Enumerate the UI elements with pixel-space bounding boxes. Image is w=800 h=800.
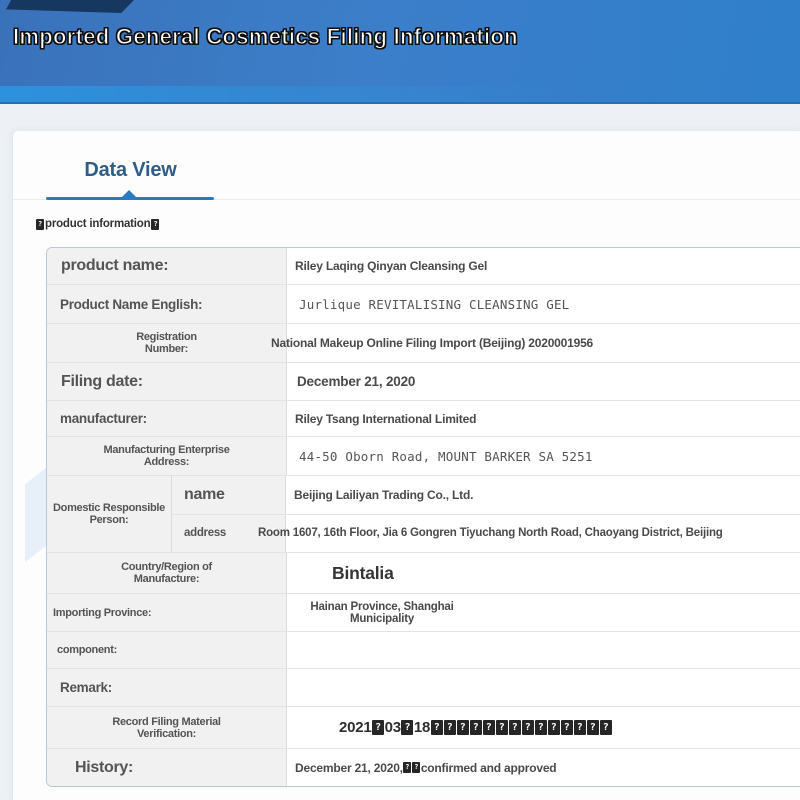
row-label: manufacturer: bbox=[47, 401, 287, 436]
tab-data-view[interactable]: Data View bbox=[48, 159, 213, 182]
row-value: December 21, 2020,?? confirmed and appro… bbox=[287, 749, 800, 786]
row-value: Riley Laqing Qinyan Cleansing Gel bbox=[287, 248, 800, 284]
row-label: Country/Region of Manufacture: bbox=[47, 553, 287, 593]
row-label: Registration Number: bbox=[47, 324, 287, 362]
row-label: Manufacturing Enterprise Address: bbox=[47, 437, 287, 475]
table-row-manufacturing-address: Manufacturing Enterprise Address: 44-50 … bbox=[47, 437, 800, 476]
table-row-component: component: bbox=[47, 632, 800, 669]
missing-glyph-bracket-icon: ? bbox=[36, 219, 44, 230]
table-row-product-name-english: Product Name English: Jurlique REVITALIS… bbox=[47, 285, 800, 324]
importing-province-value: Hainan Province, Shanghai Municipality bbox=[287, 601, 477, 625]
row-value: 44-50 Oborn Road, MOUNT BARKER SA 5251 bbox=[287, 437, 800, 475]
row-label: Filing date: bbox=[47, 363, 287, 400]
row-value: Jurlique REVITALISING CLEANSING GEL bbox=[287, 285, 800, 323]
row-label: Product Name English: bbox=[47, 285, 287, 323]
missing-glyph-icon: ? bbox=[457, 720, 469, 735]
row-value: Riley Tsang International Limited bbox=[287, 401, 800, 436]
table-row-history: History: December 21, 2020,?? confirmed … bbox=[47, 749, 800, 786]
row-value bbox=[287, 632, 800, 668]
missing-glyph-icon: ? bbox=[483, 720, 495, 735]
table-row-domestic-responsible-person: Domestic Responsible Person: name Beijin… bbox=[47, 476, 800, 553]
sub-row-name: name Beijing Lailiyan Trading Co., Ltd. bbox=[172, 476, 800, 515]
page-header: Imported General Cosmetics Filing Inform… bbox=[0, 0, 800, 104]
content-panel: Data View ?product information? product … bbox=[12, 130, 800, 800]
text-run: 18 bbox=[414, 719, 430, 736]
missing-glyph-icon: ? bbox=[403, 762, 411, 773]
tab-bar: Data View bbox=[13, 131, 800, 201]
text-run: December 21, 2020, bbox=[295, 761, 403, 775]
missing-glyph-icon: ? bbox=[372, 720, 384, 735]
text-run: 03 bbox=[385, 719, 401, 736]
sub-row-label: name bbox=[172, 476, 286, 514]
missing-glyph-icon: ? bbox=[509, 720, 521, 735]
table-row-importing-province: Importing Province: Hainan Province, Sha… bbox=[47, 594, 800, 632]
row-label: History: bbox=[47, 749, 287, 786]
missing-glyph-icon: ? bbox=[470, 720, 482, 735]
table-row-registration-number: Registration Number: National Makeup Onl… bbox=[47, 324, 800, 363]
missing-glyph-icon: ? bbox=[412, 762, 420, 773]
missing-glyph-icon: ? bbox=[600, 720, 612, 735]
table-row-manufacturer: manufacturer: Riley Tsang International … bbox=[47, 401, 800, 437]
missing-glyph-icon: ? bbox=[535, 720, 547, 735]
row-value: Bintalia bbox=[287, 553, 800, 593]
sub-row-address: address Room 1607, 16th Floor, Jia 6 Gon… bbox=[172, 515, 800, 553]
missing-glyph-icon: ? bbox=[561, 720, 573, 735]
product-information-table: product name: Riley Laqing Qinyan Cleans… bbox=[46, 247, 800, 787]
sub-row-value: Room 1607, 16th Floor, Jia 6 Gongren Tiy… bbox=[258, 515, 800, 553]
table-row-country-of-manufacture: Country/Region of Manufacture: Bintalia bbox=[47, 553, 800, 594]
missing-glyph-icon: ? bbox=[401, 720, 413, 735]
text-run: 2021 bbox=[339, 719, 372, 736]
row-value bbox=[287, 669, 800, 706]
responsible-person-subtable: name Beijing Lailiyan Trading Co., Ltd. … bbox=[172, 476, 800, 552]
missing-glyph-bracket-icon: ? bbox=[151, 219, 159, 230]
text-run: confirmed and approved bbox=[421, 761, 557, 775]
row-value: December 21, 2020 bbox=[287, 363, 800, 400]
table-row-filing-date: Filing date: December 21, 2020 bbox=[47, 363, 800, 401]
row-label: product name: bbox=[47, 248, 287, 284]
missing-glyph-icon: ? bbox=[587, 720, 599, 735]
row-label: Domestic Responsible Person: bbox=[47, 476, 172, 552]
row-label: Remark: bbox=[47, 669, 287, 706]
table-row-record-filing-verification: Record Filing Material Verification: 202… bbox=[47, 707, 800, 749]
missing-glyph-icon: ? bbox=[496, 720, 508, 735]
missing-glyph-icon: ? bbox=[574, 720, 586, 735]
row-label: component: bbox=[47, 632, 287, 668]
section-heading-product-information: ?product information? bbox=[36, 218, 159, 230]
sub-row-value: Beijing Lailiyan Trading Co., Ltd. bbox=[286, 476, 800, 514]
missing-glyph-icon: ? bbox=[522, 720, 534, 735]
row-value: 2021?03?18?????????????? bbox=[287, 707, 800, 748]
page-title: Imported General Cosmetics Filing Inform… bbox=[13, 24, 518, 50]
table-row-product-name: product name: Riley Laqing Qinyan Cleans… bbox=[47, 248, 800, 285]
row-value: Hainan Province, Shanghai Municipality bbox=[287, 594, 800, 631]
tab-active-underline bbox=[46, 197, 214, 200]
section-heading-label: product information bbox=[45, 218, 150, 230]
missing-glyph-icon: ? bbox=[431, 720, 443, 735]
header-highlight-strip bbox=[0, 86, 560, 102]
missing-glyph-icon: ? bbox=[548, 720, 560, 735]
header-decoration bbox=[6, 0, 134, 13]
table-row-remark: Remark: bbox=[47, 669, 800, 707]
row-value: National Makeup Online Filing Import (Be… bbox=[271, 324, 800, 362]
missing-glyph-icon: ? bbox=[444, 720, 456, 735]
row-label: Importing Province: bbox=[47, 594, 287, 631]
row-label: Record Filing Material Verification: bbox=[47, 707, 287, 748]
